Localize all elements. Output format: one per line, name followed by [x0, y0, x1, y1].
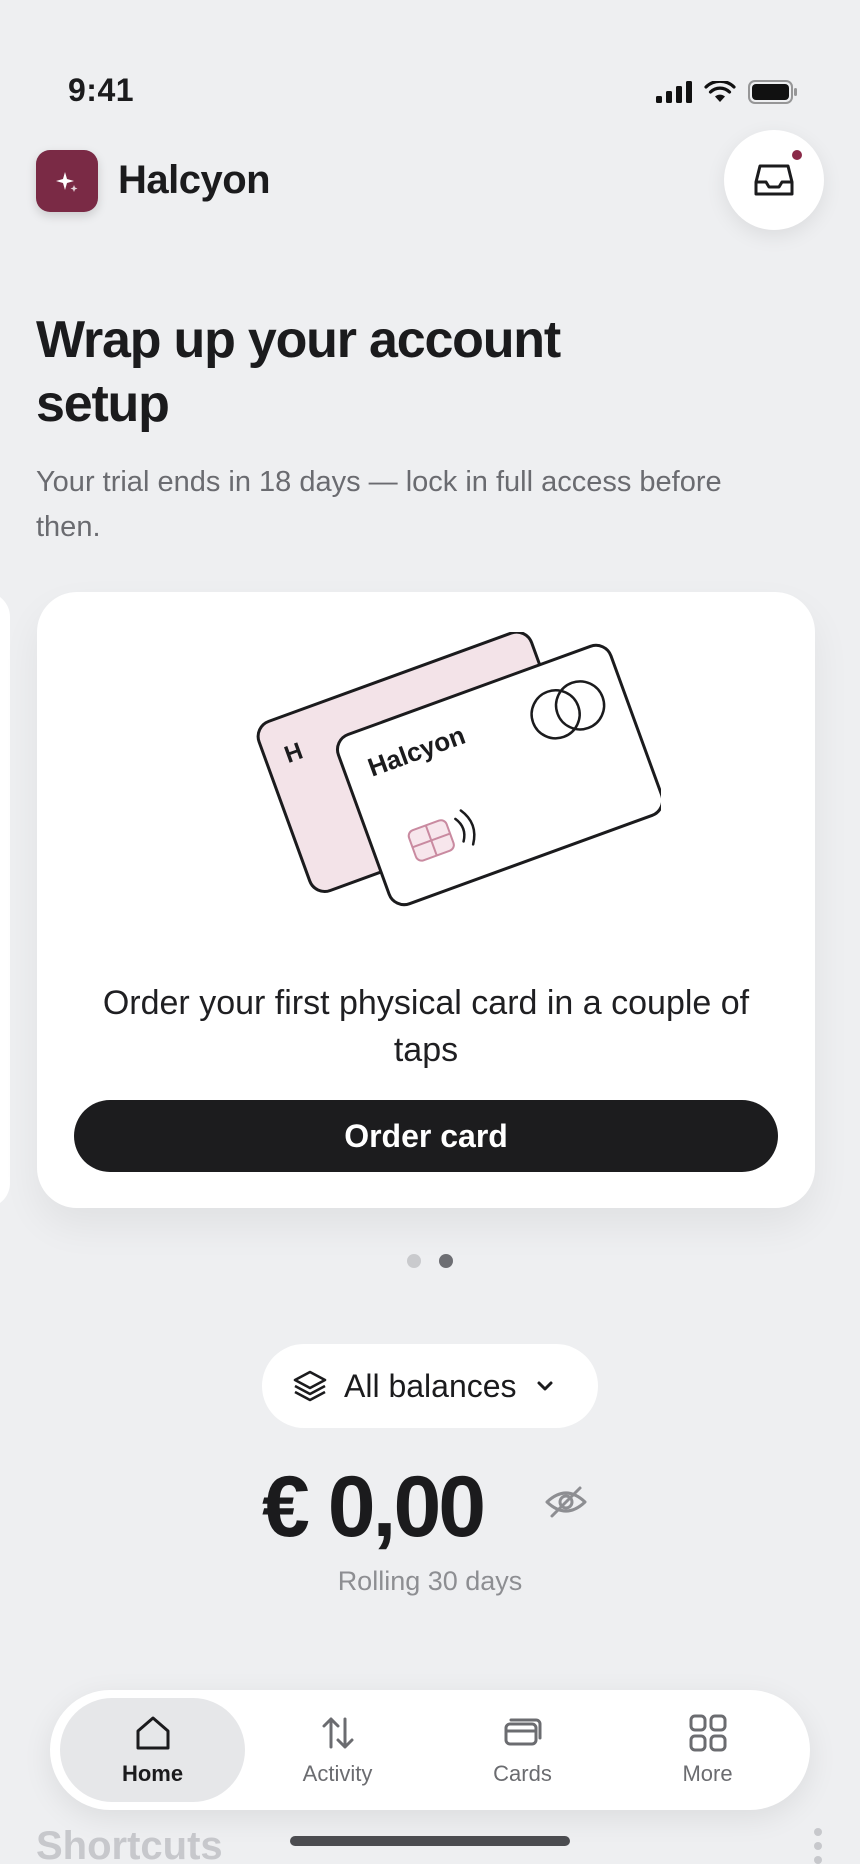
order-card-button[interactable]: Order card [74, 1100, 778, 1172]
cards-icon [504, 1718, 541, 1746]
app-name: Halcyon [118, 158, 271, 202]
more-vertical-icon[interactable] [812, 1826, 824, 1864]
inbox-icon [754, 164, 794, 196]
balances-selector-label: All balances [344, 1367, 517, 1404]
shortcuts-title: Shortcuts [36, 1824, 223, 1864]
trial-subtitle: Your trial ends in 18 days — lock in ful… [36, 466, 722, 543]
home-icon [136, 1716, 169, 1750]
activity-icon [322, 1717, 353, 1749]
app-logo [36, 150, 98, 212]
nav-label-home: Home [121, 1761, 184, 1786]
bottom-navigation: Home Activity Cards More [50, 1690, 810, 1810]
carousel-dot[interactable] [407, 1254, 421, 1268]
battery-icon [748, 80, 797, 104]
page-title: Wrap up your account setup [36, 311, 561, 433]
wifi-icon [704, 81, 736, 102]
promo-description: Order your first physical card in a coup… [102, 984, 750, 1069]
hide-balance-icon[interactable] [544, 1480, 588, 1524]
nav-item-activity[interactable]: Activity [245, 1698, 430, 1802]
notification-dot [792, 150, 802, 160]
layers-icon [293, 1370, 327, 1402]
nav-item-more[interactable]: More [615, 1698, 800, 1802]
carousel-dot-active[interactable] [439, 1254, 453, 1268]
carousel-pagination [0, 1254, 860, 1268]
sparkle-icon [56, 172, 78, 192]
order-card-promo: H Halcyon Order your first physical card… [37, 592, 815, 1208]
balance-period: Rolling 30 days [337, 1566, 523, 1596]
inbox-button[interactable] [724, 130, 824, 230]
balance-amount: € 0,00 [262, 1459, 486, 1555]
nav-label-more: More [682, 1761, 733, 1786]
chevron-down-icon [537, 1381, 553, 1391]
status-time: 9:41 [68, 72, 135, 108]
cellular-signal-icon [656, 81, 692, 103]
status-icons [656, 80, 798, 104]
home-indicator[interactable] [290, 1836, 570, 1846]
nav-label-cards: Cards [493, 1761, 552, 1786]
nav-item-cards[interactable]: Cards [430, 1698, 615, 1802]
grid-icon [689, 1714, 726, 1752]
previous-carousel-card[interactable] [0, 592, 10, 1208]
payment-card-illustration: H Halcyon [256, 632, 661, 907]
nav-item-home[interactable]: Home [60, 1698, 245, 1802]
balances-selector[interactable]: All balances [262, 1344, 598, 1428]
nav-label-activity: Activity [302, 1761, 373, 1786]
